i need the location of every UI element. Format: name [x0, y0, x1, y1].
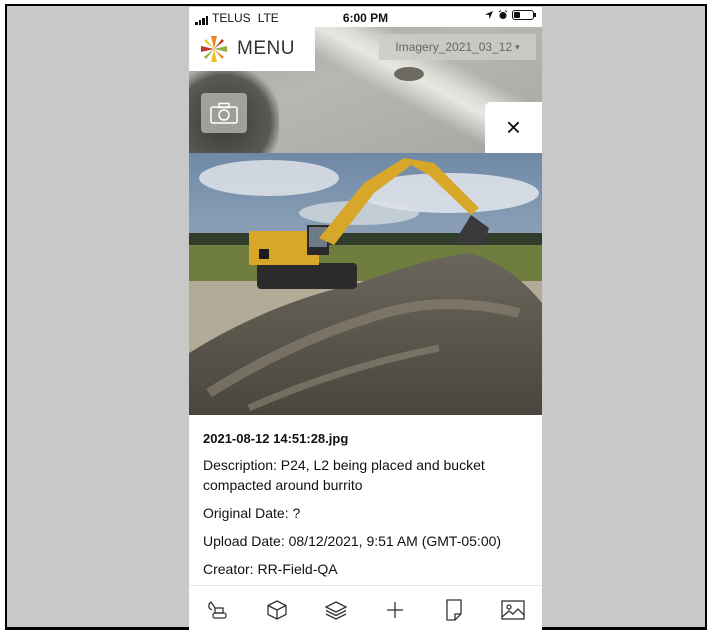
star-logo-icon — [201, 36, 227, 62]
document-icon — [446, 598, 462, 621]
camera-icon — [210, 102, 238, 124]
map-feature — [394, 67, 424, 81]
status-bar: TELUS LTE 6:00 PM — [189, 7, 542, 27]
imagery-selector-label: Imagery_2021_03_12 — [395, 40, 513, 54]
photo-original-date: Original Date: ? — [203, 505, 301, 521]
phone-screen: TELUS LTE 6:00 PM MENU Imagery_2021_03_1… — [189, 7, 542, 632]
photo-image — [189, 153, 542, 415]
close-button[interactable]: × — [485, 102, 542, 153]
photo-upload-date: Upload Date: 08/12/2021, 9:51 AM (GMT-05… — [203, 533, 502, 549]
layers-tool-button[interactable] — [322, 596, 350, 624]
imagery-selector[interactable]: Imagery_2021_03_12 ▾ — [379, 34, 536, 60]
photo-creator: Creator: RR-Field-QA — [203, 561, 338, 577]
image-tool-button[interactable] — [499, 596, 527, 624]
cube-icon — [267, 599, 287, 620]
measure-tool-button[interactable] — [381, 596, 409, 624]
location-arrow-icon — [485, 11, 493, 19]
battery-icon — [512, 10, 536, 20]
camera-button[interactable] — [201, 93, 247, 133]
excavator-icon — [208, 600, 228, 619]
close-icon: × — [505, 112, 522, 142]
photo-filename: 2021-08-12 14:51:28.jpg — [203, 431, 349, 446]
image-icon — [500, 599, 525, 620]
photo-details: 2021-08-12 14:51:28.jpg Description: P24… — [189, 415, 542, 585]
document-tool-button[interactable] — [440, 596, 468, 624]
measure-icon — [386, 601, 403, 618]
excavator-photo[interactable] — [189, 153, 542, 415]
cube-tool-button[interactable] — [263, 596, 291, 624]
bottom-toolbar — [189, 585, 542, 632]
menu-button[interactable]: MENU — [189, 27, 315, 71]
layers-icon — [324, 600, 348, 620]
chevron-down-icon: ▾ — [515, 41, 520, 52]
menu-label: MENU — [237, 38, 295, 59]
photo-description: Description: P24, L2 being placed and bu… — [203, 457, 485, 493]
status-right — [484, 10, 536, 20]
alarm-icon — [498, 10, 508, 19]
excavator-tool-button[interactable] — [204, 596, 232, 624]
